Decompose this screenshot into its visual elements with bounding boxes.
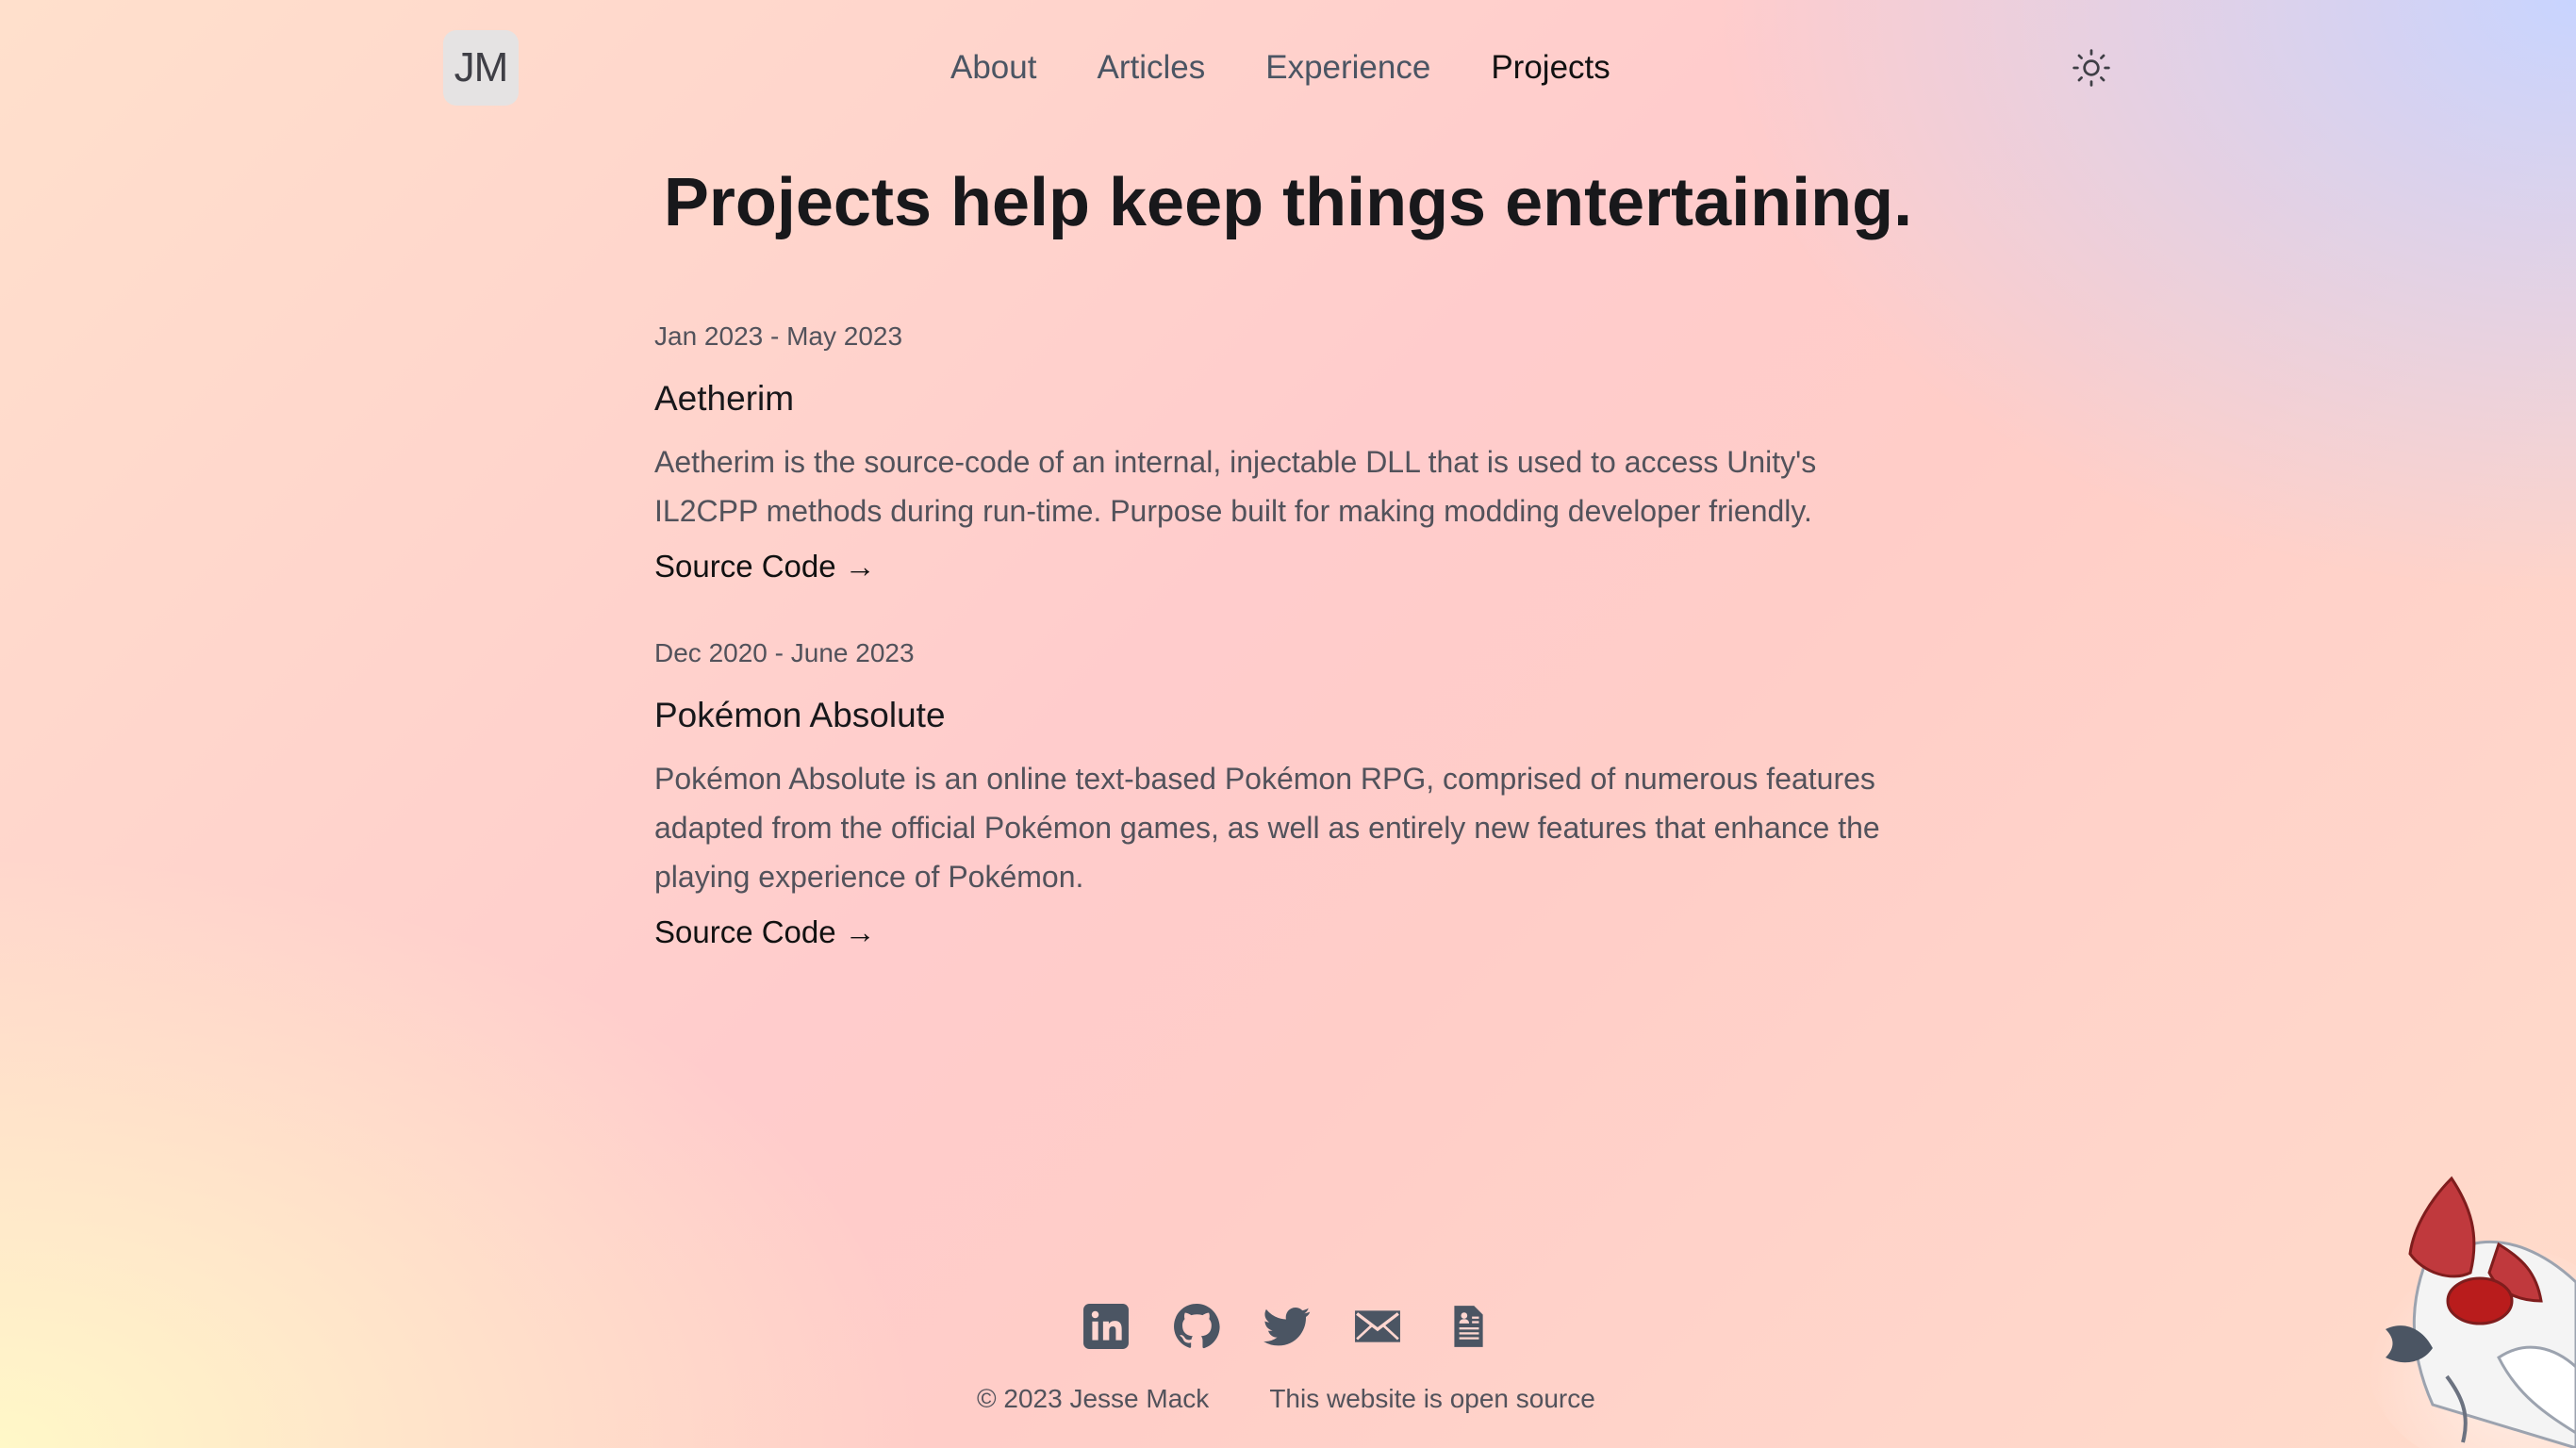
source-code-link[interactable]: Source Code → (654, 545, 876, 588)
nav-projects[interactable]: Projects (1491, 45, 1610, 90)
projects-list: Jan 2023 - May 2023 Aetherim Aetherim is… (654, 321, 1918, 1003)
project-name: Pokémon Absolute (654, 696, 946, 734)
logo[interactable]: JM (443, 30, 519, 106)
sun-icon (2072, 49, 2110, 87)
pokemon-mascot-image (2367, 1176, 2576, 1448)
project-description: Aetherim is the source-code of an intern… (654, 445, 1817, 528)
project-description: Pokémon Absolute is an online text-based… (654, 762, 1880, 894)
nav-experience[interactable]: Experience (1265, 45, 1430, 90)
twitter-icon (1263, 1308, 1311, 1346)
page-title: Projects help keep things entertaining. (663, 165, 1913, 240)
nav-articles[interactable]: Articles (1097, 45, 1205, 90)
mail-icon (1355, 1310, 1400, 1342)
linkedin-link[interactable] (1082, 1303, 1130, 1350)
social-links (1082, 1303, 1492, 1350)
github-icon (1174, 1304, 1220, 1349)
linkedin-icon (1083, 1304, 1129, 1349)
resume-icon (1454, 1306, 1483, 1347)
nav-about[interactable]: About (950, 45, 1036, 90)
project-item: Dec 2020 - June 2023 Pokémon Absolute Po… (654, 637, 1918, 954)
project-date: Jan 2023 - May 2023 (654, 321, 903, 351)
project-name: Aetherim (654, 379, 795, 418)
twitter-link[interactable] (1263, 1303, 1311, 1350)
main-nav: About Articles Experience Projects (950, 45, 1610, 90)
project-date: Dec 2020 - June 2023 (654, 638, 915, 667)
open-source-link[interactable]: This website is open source (1269, 1384, 1595, 1414)
copyright-text: © 2023 Jesse Mack (977, 1384, 1210, 1413)
email-link[interactable] (1354, 1303, 1401, 1350)
project-item: Jan 2023 - May 2023 Aetherim Aetherim is… (654, 321, 1918, 588)
github-link[interactable] (1173, 1303, 1220, 1350)
source-code-link[interactable]: Source Code → (654, 911, 876, 954)
resume-link[interactable] (1445, 1303, 1492, 1350)
footer: © 2023 Jesse Mack This website is open s… (977, 1384, 1595, 1414)
logo-text: JM (454, 44, 509, 90)
theme-toggle-button[interactable] (2071, 47, 2112, 89)
